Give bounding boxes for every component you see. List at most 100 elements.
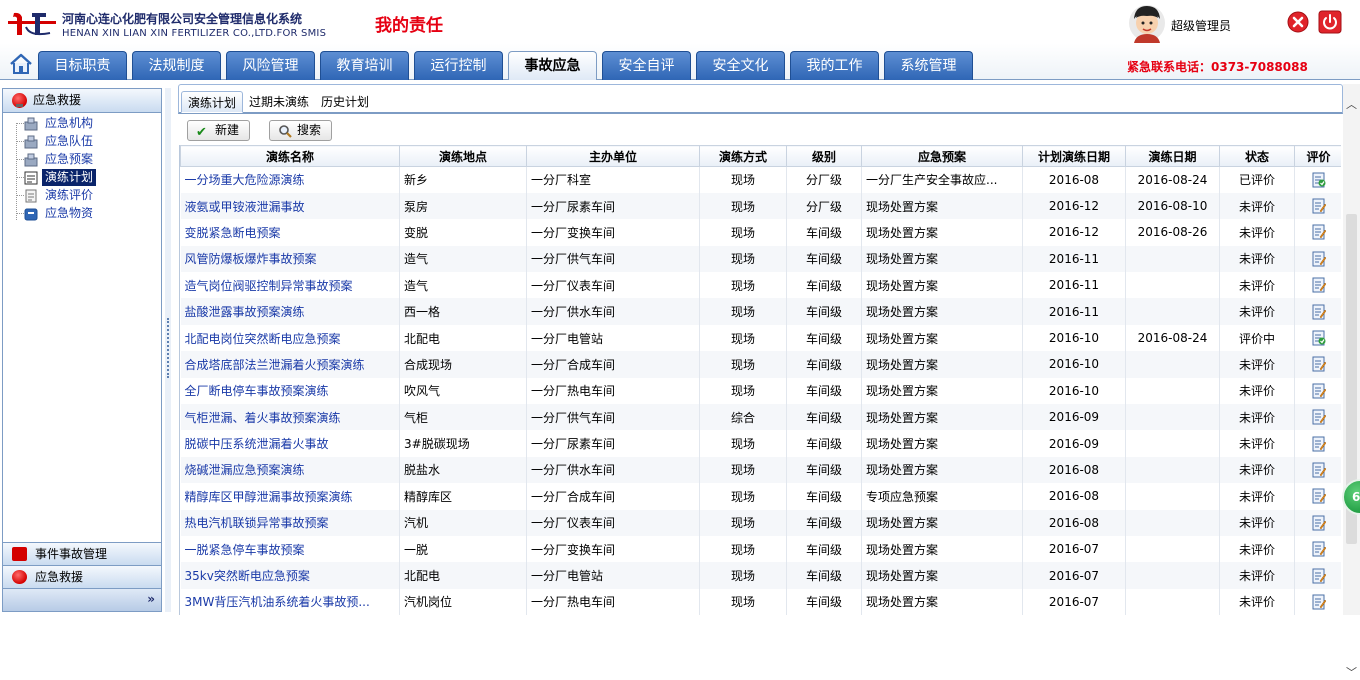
view-evaluation-icon[interactable] bbox=[1312, 172, 1326, 188]
nav-tab-system[interactable]: 系统管理 bbox=[884, 51, 973, 80]
table-row[interactable]: 35kv突然断电应急预案 北配电 一分厂电管站 现场 车间级 现场处置方案 2016-07 未… bbox=[180, 562, 1341, 589]
drill-name-link[interactable]: 一脱紧急停车事故预案 bbox=[180, 535, 400, 563]
home-icon[interactable] bbox=[8, 51, 34, 77]
sidebar-section-incident-management[interactable]: 事件事故管理 bbox=[3, 542, 161, 565]
column-header[interactable]: 级别 bbox=[786, 145, 862, 167]
table-cell bbox=[1294, 298, 1341, 325]
drill-name-link[interactable]: 全厂断电停车事故预案演练 bbox=[180, 377, 400, 405]
nav-tab-self-assessment[interactable]: 安全自评 bbox=[602, 51, 691, 80]
edit-evaluation-icon[interactable] bbox=[1312, 356, 1326, 372]
drill-name-link[interactable]: 造气岗位阀驱控制异常事故预案 bbox=[180, 272, 400, 299]
table-row[interactable]: 风管防爆板爆炸事故预案 造气 一分厂供气车间 现场 车间级 现场处置方案 2016-11 未评… bbox=[180, 245, 1341, 273]
column-header[interactable]: 演练日期 bbox=[1125, 145, 1220, 167]
logout-power-icon[interactable] bbox=[1318, 10, 1342, 34]
drill-name-link[interactable]: 35kv突然断电应急预案 bbox=[180, 562, 400, 589]
search-button[interactable]: 搜索 bbox=[269, 120, 333, 141]
column-header[interactable]: 状态 bbox=[1219, 145, 1295, 167]
table-row[interactable]: 精醇库区甲醇泄漏事故预案演练 精醇库区 一分厂合成车间 现场 车间级 专项应急预案 2016… bbox=[180, 483, 1341, 510]
table-cell: 2016-08 bbox=[1022, 483, 1126, 510]
table-cell: 未评价 bbox=[1219, 535, 1295, 563]
nav-tab-safety-culture[interactable]: 安全文化 bbox=[696, 51, 785, 80]
column-header[interactable]: 主办单位 bbox=[526, 145, 700, 167]
table-row[interactable]: 热电汽机联锁异常事故预案 汽机 一分厂仪表车间 现场 车间级 现场处置方案 2016-08 未… bbox=[180, 509, 1341, 536]
scroll-up-icon[interactable]: ︿ bbox=[1346, 96, 1357, 112]
table-row[interactable]: 3MW背压汽机油系统着火事故预... 汽机岗位 一分厂热电车间 现场 车间级 现场处置方案… bbox=[180, 588, 1341, 615]
tab-history-plans[interactable]: 历史计划 bbox=[315, 91, 375, 113]
tab-drill-plan[interactable]: 演练计划 bbox=[181, 91, 244, 113]
user-avatar-icon[interactable] bbox=[1128, 3, 1166, 43]
edit-evaluation-icon[interactable] bbox=[1312, 198, 1326, 214]
edit-evaluation-icon[interactable] bbox=[1312, 462, 1326, 478]
edit-evaluation-icon[interactable] bbox=[1312, 594, 1326, 610]
table-cell bbox=[1125, 430, 1220, 457]
edit-evaluation-icon[interactable] bbox=[1312, 224, 1326, 240]
edit-evaluation-icon[interactable] bbox=[1312, 436, 1326, 452]
drill-name-link[interactable]: 风管防爆板爆炸事故预案 bbox=[180, 245, 400, 273]
edit-evaluation-icon[interactable] bbox=[1312, 515, 1326, 531]
drill-name-link[interactable]: 热电汽机联锁异常事故预案 bbox=[180, 509, 400, 536]
vertical-scrollbar[interactable]: ︿ ﹀ bbox=[1343, 84, 1360, 679]
nav-tab-regulations[interactable]: 法规制度 bbox=[132, 51, 221, 80]
drill-name-link[interactable]: 3MW背压汽机油系统着火事故预... bbox=[180, 588, 400, 615]
drill-name-link[interactable]: 脱碳中压系统泄漏着火事故 bbox=[180, 430, 400, 457]
table-row[interactable]: 北配电岗位突然断电应急预案 北配电 一分厂电管站 现场 车间级 现场处置方案 2016-10… bbox=[180, 324, 1341, 352]
drill-name-link[interactable]: 变脱紧急断电预案 bbox=[180, 219, 400, 246]
drill-name-link[interactable]: 盐酸泄露事故预案演练 bbox=[180, 298, 400, 325]
table-cell: 一分厂供水车间 bbox=[526, 298, 700, 325]
table-row[interactable]: 盐酸泄露事故预案演练 西一格 一分厂供水车间 现场 车间级 现场处置方案 2016-11 未评… bbox=[180, 298, 1341, 325]
alarm-light-icon bbox=[12, 570, 27, 584]
nav-tab-risk[interactable]: 风险管理 bbox=[226, 51, 315, 80]
tab-overdue-drills[interactable]: 过期未演练 bbox=[243, 91, 315, 113]
nav-tab-operation[interactable]: 运行控制 bbox=[414, 51, 503, 80]
table-row[interactable]: 液氨或甲铵液泄漏事故 泵房 一分厂尿素车间 现场 分厂级 现场处置方案 2016-12 201… bbox=[180, 192, 1341, 220]
user-name-label[interactable]: 超级管理员 bbox=[1171, 17, 1231, 34]
table-row[interactable]: 造气岗位阀驱控制异常事故预案 造气 一分厂仪表车间 现场 车间级 现场处置方案 2016-1… bbox=[180, 272, 1341, 299]
table-cell: 2016-08 bbox=[1022, 509, 1126, 536]
drill-name-link[interactable]: 烧碱泄漏应急预案演练 bbox=[180, 456, 400, 484]
drill-name-link[interactable]: 合成塔底部法兰泄漏着火预案演练 bbox=[180, 351, 400, 378]
nav-tab-target-duty[interactable]: 目标职责 bbox=[38, 51, 127, 80]
table-row[interactable]: 一脱紧急停车事故预案 一脱 一分厂变换车间 现场 车间级 现场处置方案 2016-07 未评价 bbox=[180, 535, 1341, 563]
column-header[interactable]: 演练名称 bbox=[180, 145, 400, 167]
drill-name-link[interactable]: 气柜泄漏、着火事故预案演练 bbox=[180, 404, 400, 431]
panel-splitter[interactable] bbox=[165, 88, 171, 612]
edit-evaluation-icon[interactable] bbox=[1312, 304, 1326, 320]
edit-evaluation-icon[interactable] bbox=[1312, 383, 1326, 399]
drill-name-link[interactable]: 北配电岗位突然断电应急预案 bbox=[180, 324, 400, 352]
scroll-down-icon[interactable]: ﹀ bbox=[1346, 664, 1357, 680]
table-row[interactable]: 全厂断电停车事故预案演练 吹风气 一分厂热电车间 现场 车间级 现场处置方案 2016-10… bbox=[180, 377, 1341, 405]
edit-evaluation-icon[interactable] bbox=[1312, 277, 1326, 293]
table-cell: 现场 bbox=[699, 192, 787, 220]
sidebar-section-emergency-rescue[interactable]: 应急救援 bbox=[3, 89, 161, 113]
column-header[interactable]: 演练地点 bbox=[399, 145, 527, 167]
table-row[interactable]: 烧碱泄漏应急预案演练 脱盐水 一分厂供水车间 现场 车间级 现场处置方案 2016-08 未评… bbox=[180, 456, 1341, 484]
table-cell bbox=[1125, 245, 1220, 273]
table-cell bbox=[1125, 272, 1220, 299]
drill-name-link[interactable]: 精醇库区甲醇泄漏事故预案演练 bbox=[180, 483, 400, 510]
view-evaluation-icon[interactable] bbox=[1312, 330, 1326, 346]
table-row[interactable]: 脱碳中压系统泄漏着火事故 3#脱碳现场 一分厂尿素车间 现场 车间级 现场处置方案 2016… bbox=[180, 430, 1341, 457]
edit-evaluation-icon[interactable] bbox=[1312, 568, 1326, 584]
table-row[interactable]: 一分场重大危险源演练 新乡 一分厂科室 现场 分厂级 一分厂生产安全事故应... 2016-… bbox=[180, 166, 1341, 193]
new-button[interactable]: ✔ 新建 bbox=[187, 120, 251, 141]
nav-tab-emergency[interactable]: 事故应急 bbox=[508, 51, 597, 80]
edit-evaluation-icon[interactable] bbox=[1312, 488, 1326, 504]
column-header[interactable]: 演练方式 bbox=[699, 145, 787, 167]
sidebar-section-emergency-rescue-bottom[interactable]: 应急救援 bbox=[3, 565, 161, 588]
table-row[interactable]: 合成塔底部法兰泄漏着火预案演练 合成现场 一分厂合成车间 现场 车间级 现场处置方案 201… bbox=[180, 351, 1341, 378]
edit-evaluation-icon[interactable] bbox=[1312, 541, 1326, 557]
column-header[interactable]: 应急预案 bbox=[861, 145, 1023, 167]
edit-evaluation-icon[interactable] bbox=[1312, 409, 1326, 425]
table-cell: 现场处置方案 bbox=[861, 588, 1023, 615]
nav-tab-training[interactable]: 教育培训 bbox=[320, 51, 409, 80]
table-row[interactable]: 变脱紧急断电预案 变脱 一分厂变换车间 现场 车间级 现场处置方案 2016-12 2016-… bbox=[180, 219, 1341, 246]
drill-name-link[interactable]: 液氨或甲铵液泄漏事故 bbox=[180, 192, 400, 220]
edit-evaluation-icon[interactable] bbox=[1312, 251, 1326, 267]
column-header[interactable]: 评价 bbox=[1294, 145, 1341, 167]
column-header[interactable]: 计划演练日期 bbox=[1022, 145, 1126, 167]
expand-chevron-icon[interactable]: » bbox=[147, 592, 155, 606]
nav-tab-my-work[interactable]: 我的工作 bbox=[790, 51, 879, 80]
close-system-icon[interactable] bbox=[1287, 11, 1309, 33]
drill-name-link[interactable]: 一分场重大危险源演练 bbox=[180, 166, 400, 193]
table-row[interactable]: 气柜泄漏、着火事故预案演练 气柜 一分厂供气车间 综合 车间级 现场处置方案 2016-09… bbox=[180, 404, 1341, 431]
